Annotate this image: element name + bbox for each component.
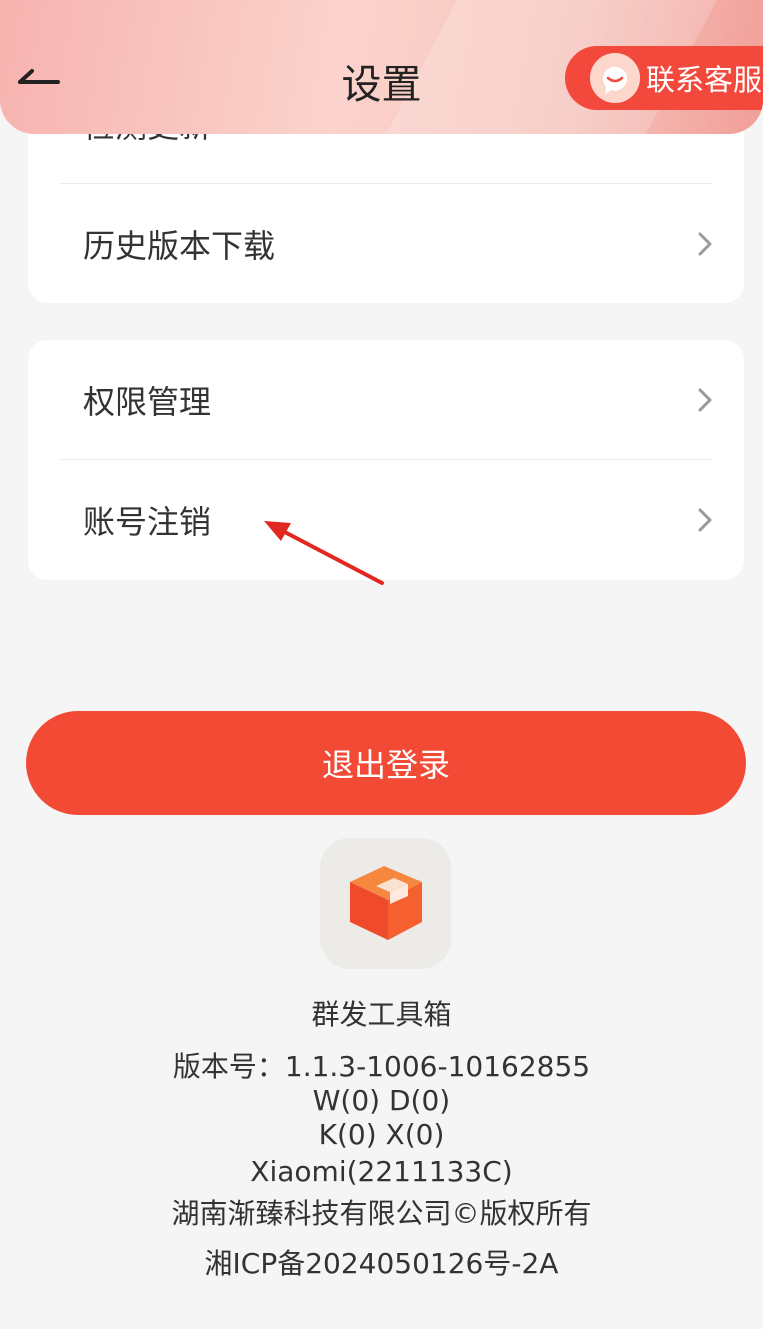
app-logo	[320, 838, 451, 969]
settings-item-history-download-label: 历史版本下载	[83, 227, 276, 265]
customer-service-icon	[590, 53, 640, 103]
logout-button[interactable]: 退出登录	[26, 711, 746, 815]
logout-button-label: 退出登录	[321, 746, 450, 784]
version-number: 版本号：1.1.3-1006-10162855	[172, 1050, 591, 1083]
chevron-right-icon	[698, 388, 712, 412]
settings-item-permissions-label: 权限管理	[83, 383, 212, 421]
annotation-arrow-icon	[264, 521, 384, 585]
settings-item-permissions[interactable]: 权限管理	[28, 340, 744, 460]
app-logo-box-icon	[350, 866, 422, 940]
device-model: Xiaomi(2211133C)	[250, 1155, 513, 1188]
stats-wd: W(0) D(0)	[312, 1084, 451, 1117]
copyright-text: 湖南渐臻科技有限公司©版权所有	[171, 1197, 592, 1230]
chevron-right-icon	[698, 508, 712, 532]
contact-service-label: 联系客服	[646, 63, 763, 97]
icp-record: 湘ICP备2024050126号-2A	[204, 1247, 559, 1280]
contact-service-button[interactable]: 联系客服	[565, 46, 763, 110]
header-bar: 设置 联系客服	[0, 0, 763, 134]
stats-kx: K(0) X(0)	[318, 1118, 445, 1151]
app-name: 群发工具箱	[311, 998, 452, 1031]
chevron-right-icon	[698, 232, 712, 256]
settings-item-history-download[interactable]: 历史版本下载	[28, 184, 744, 304]
settings-item-account-cancel-label: 账号注销	[83, 503, 212, 541]
